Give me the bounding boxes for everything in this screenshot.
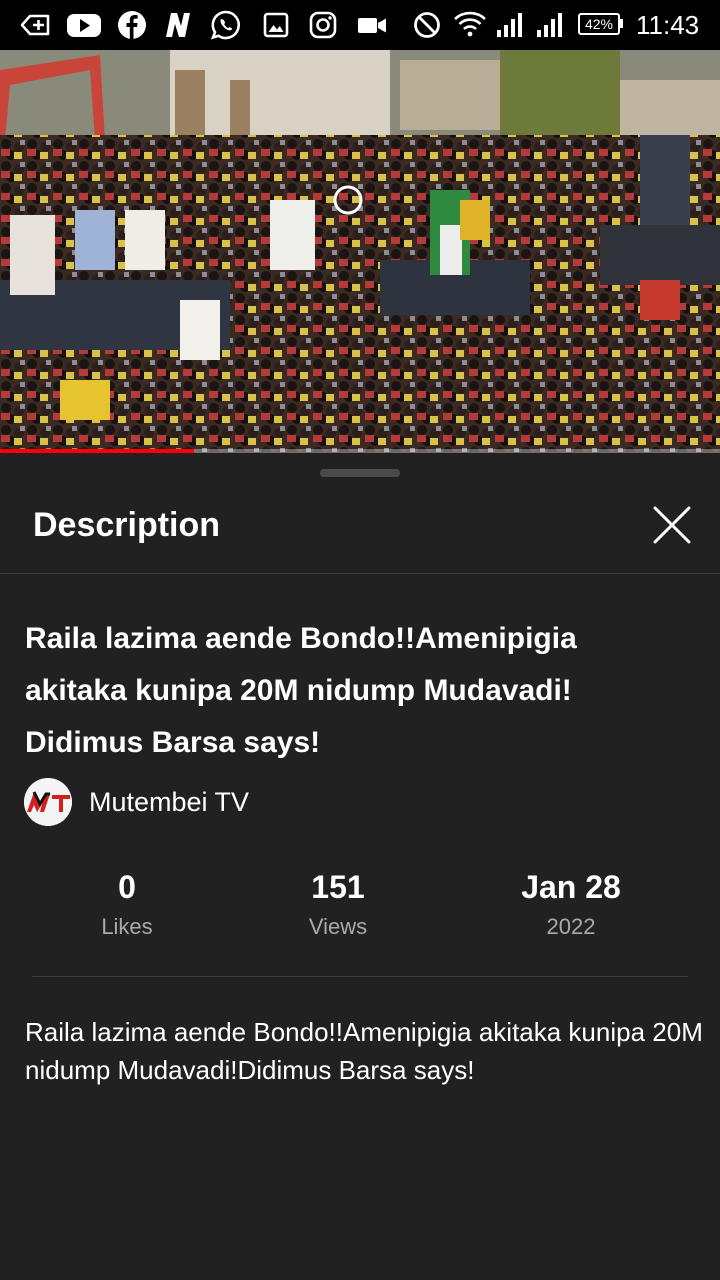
likes-count: 0 bbox=[118, 869, 136, 905]
channel-avatar[interactable] bbox=[24, 778, 72, 826]
netflix-icon bbox=[166, 13, 190, 37]
video-camera-icon bbox=[358, 18, 386, 33]
likes-label: Likes bbox=[101, 914, 153, 939]
stat-date: Jan 28 2022 bbox=[471, 868, 671, 941]
video-player[interactable] bbox=[0, 50, 720, 452]
close-icon[interactable] bbox=[648, 501, 696, 549]
stat-views: 151 Views bbox=[238, 868, 438, 941]
stats-divider bbox=[32, 976, 688, 977]
battery-tip bbox=[620, 19, 623, 28]
facebook-icon bbox=[118, 11, 146, 39]
publish-year: 2022 bbox=[546, 914, 596, 939]
header-divider bbox=[0, 573, 720, 574]
drag-handle[interactable] bbox=[320, 469, 400, 477]
video-frame bbox=[0, 50, 720, 452]
status-bar: 42% 11:43 bbox=[0, 0, 720, 50]
cell-signal-1-icon bbox=[497, 13, 522, 37]
battery-indicator: 42% bbox=[578, 13, 620, 35]
back-arrow-icon bbox=[20, 14, 50, 36]
instagram-icon bbox=[309, 11, 337, 39]
do-not-disturb-icon bbox=[414, 12, 440, 38]
gallery-icon bbox=[263, 12, 289, 38]
stat-likes: 0 Likes bbox=[27, 868, 227, 941]
sheet-title: Description bbox=[33, 506, 221, 544]
description-text: Raila lazima aende Bondo!!Amenipigia aki… bbox=[25, 1017, 703, 1085]
youtube-icon bbox=[67, 14, 101, 37]
whatsapp-icon bbox=[210, 10, 241, 40]
channel-logo-icon bbox=[24, 778, 72, 826]
channel-name[interactable]: Mutembei TV bbox=[89, 786, 249, 818]
wifi-icon bbox=[454, 11, 486, 37]
views-count: 151 bbox=[311, 869, 365, 905]
clock: 11:43 bbox=[636, 10, 700, 40]
publish-date: Jan 28 bbox=[521, 869, 621, 905]
cell-signal-2-icon bbox=[537, 13, 562, 37]
description-sheet: Description Raila lazima aende Bondo!!Am… bbox=[0, 453, 720, 1280]
views-label: Views bbox=[308, 914, 368, 939]
video-title: Raila lazima aende Bondo!!Amenipigia aki… bbox=[25, 622, 577, 759]
